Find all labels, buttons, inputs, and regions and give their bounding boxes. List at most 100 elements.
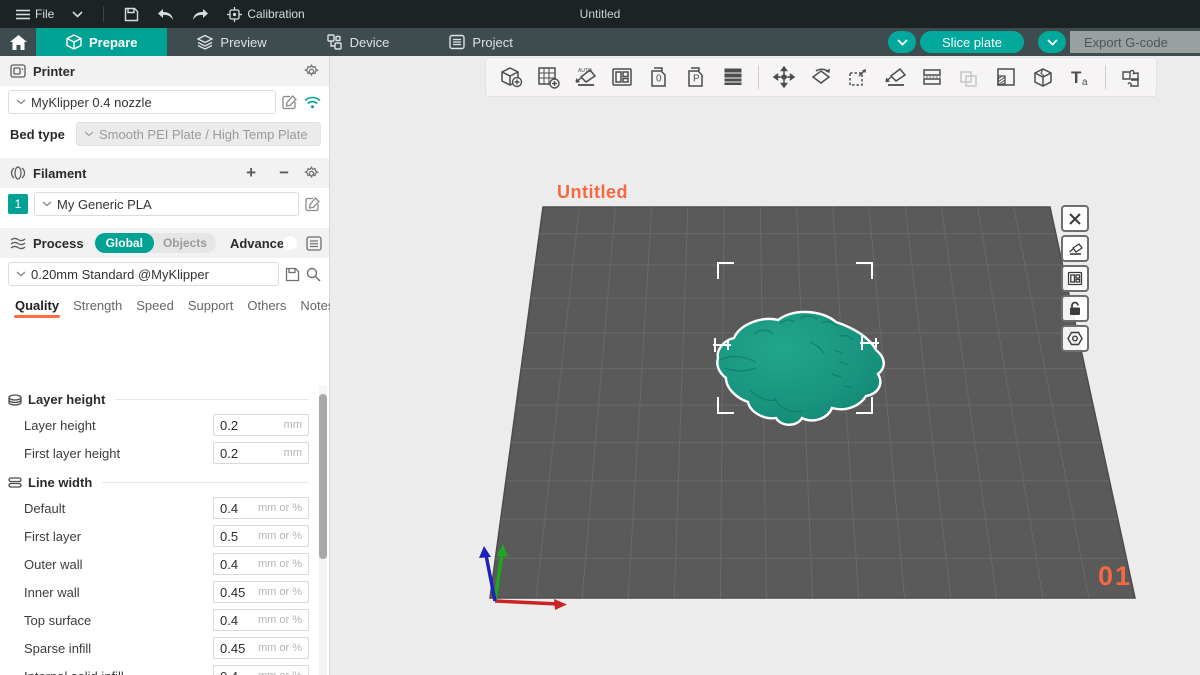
filament-header-label: Filament (33, 165, 87, 181)
tab-speed[interactable]: Speed (129, 296, 181, 320)
redo-button[interactable] (186, 0, 215, 28)
setting-row: Outer wall 0.4 mm or % (0, 550, 317, 578)
scope-global[interactable]: Global (94, 233, 154, 253)
tab-prepare-label: Prepare (89, 34, 138, 50)
inner-wall-width-input[interactable]: 0.45 mm or % (213, 581, 309, 603)
recent-dropdown[interactable] (66, 0, 89, 28)
filament-slot-badge[interactable]: 1 (8, 194, 28, 214)
auto-orient-icon (1069, 243, 1083, 255)
edit-filament-icon[interactable] (305, 196, 321, 212)
setting-value: 0.45 (220, 640, 246, 656)
tab-project[interactable]: Project (419, 28, 542, 56)
viewport-3d[interactable]: AUTO 0 P T a Untitled 01 (330, 56, 1200, 675)
process-header-label: Process (33, 235, 84, 251)
line-width-icon (8, 477, 22, 488)
slice-options-button[interactable] (888, 31, 917, 53)
setting-row: Inner wall 0.45 mm or % (0, 578, 317, 606)
tab-preview-label: Preview (220, 34, 267, 50)
home-button[interactable] (0, 28, 36, 56)
chevron-down-icon (896, 38, 908, 46)
printer-preset-value: MyKlipper 0.4 nozzle (31, 94, 152, 110)
undo-icon (157, 8, 174, 21)
sparse-infill-width-input[interactable]: 0.45 mm or % (213, 637, 309, 659)
setting-value: 0.45 (220, 584, 246, 600)
wifi-connection-icon[interactable] (304, 96, 321, 109)
setting-row: First layer 0.5 mm or % (0, 522, 317, 550)
calibration-button[interactable]: Calibration (221, 0, 310, 28)
delete-plate-button[interactable] (1061, 205, 1089, 232)
arrange-plate-button[interactable] (1061, 265, 1089, 292)
param-tabs: Quality Strength Speed Support Others No… (0, 290, 334, 320)
settings-scrollbar[interactable] (319, 386, 327, 675)
filament-preset-select[interactable]: My Generic PLA (34, 192, 299, 216)
tabbar-right: Slice plate Export G-code (888, 28, 1200, 56)
chevron-down-icon (16, 99, 26, 105)
build-plate-canvas[interactable] (330, 56, 1199, 675)
group-title: Layer height (28, 392, 106, 407)
tab-device[interactable]: Device (297, 28, 420, 56)
chevron-down-icon (1046, 38, 1058, 46)
add-filament-icon[interactable]: + (238, 163, 264, 183)
process-preset-select[interactable]: 0.20mm Standard @MyKlipper (8, 262, 279, 286)
project-icon (449, 34, 466, 50)
top-surface-width-input[interactable]: 0.4 mm or % (213, 609, 309, 631)
filament-preset-row: 1 My Generic PLA (0, 188, 329, 220)
lock-plate-button[interactable] (1061, 295, 1089, 322)
undo-button[interactable] (151, 0, 180, 28)
orient-plate-button[interactable] (1061, 235, 1089, 262)
setting-label: Sparse infill (24, 640, 92, 656)
tab-others[interactable]: Others (240, 296, 293, 320)
export-options-button[interactable] (1038, 31, 1066, 53)
slice-plate-button[interactable]: Slice plate (920, 31, 1024, 53)
tab-support[interactable]: Support (181, 296, 241, 320)
process-section-header: Process Global Objects Advanced (0, 228, 342, 258)
tab-prepare[interactable]: Prepare (36, 28, 168, 56)
printer-preset-select[interactable]: MyKlipper 0.4 nozzle (8, 90, 276, 114)
remove-filament-icon[interactable]: − (271, 163, 297, 183)
setting-value: 0.4 (220, 669, 258, 675)
compare-presets-icon[interactable] (306, 235, 322, 251)
default-width-input[interactable]: 0.4 mm or % (213, 497, 309, 519)
printer-section-header: Printer (0, 56, 329, 86)
file-menu[interactable]: File (10, 0, 60, 28)
first-layer-height-input[interactable]: 0.2 mm (213, 442, 309, 464)
save-button[interactable] (118, 0, 145, 28)
scope-objects[interactable]: Objects (154, 236, 216, 250)
bed-type-select[interactable]: Smooth PEI Plate / High Temp Plate (76, 122, 321, 146)
process-icon (10, 237, 26, 250)
scrollbar-thumb[interactable] (319, 394, 327, 559)
tab-strength[interactable]: Strength (66, 296, 129, 320)
setting-row: Top surface 0.4 mm or % (0, 606, 317, 634)
plate-settings-icon (1067, 331, 1083, 346)
filament-preset-value: My Generic PLA (57, 196, 152, 212)
printer-settings-icon[interactable] (304, 63, 319, 79)
setting-unit: mm or % (258, 502, 302, 514)
file-menu-label: File (35, 7, 55, 21)
setting-label: First layer height (24, 445, 121, 461)
save-preset-icon[interactable] (285, 267, 300, 282)
setting-label: Outer wall (24, 556, 83, 572)
export-gcode-button[interactable]: Export G-code (1070, 31, 1200, 53)
plate-title[interactable]: Untitled (557, 182, 628, 203)
layer-height-input[interactable]: 0.2 mm (213, 414, 309, 436)
tab-quality[interactable]: Quality (8, 296, 66, 320)
titlebar: File Calibration Untitled (0, 0, 1200, 28)
process-scope-toggle[interactable]: Global Objects (94, 233, 216, 253)
edit-printer-icon[interactable] (282, 94, 298, 110)
bed-type-row: Bed type Smooth PEI Plate / High Temp Pl… (0, 118, 329, 150)
filament-icon (10, 166, 26, 180)
setting-value: 0.2 (220, 445, 239, 461)
internal-solid-infill-width-input[interactable]: 0.4 mm or % (213, 665, 309, 675)
tab-preview[interactable]: Preview (167, 28, 296, 56)
plate-settings-button[interactable] (1061, 325, 1089, 352)
first-layer-width-input[interactable]: 0.5 mm or % (213, 525, 309, 547)
layer-height-group: Layer height (0, 384, 317, 411)
bed-type-label: Bed type (10, 126, 65, 142)
outer-wall-width-input[interactable]: 0.4 mm or % (213, 553, 309, 575)
search-settings-icon[interactable] (306, 267, 321, 282)
setting-row: Default 0.4 mm or % (0, 494, 317, 522)
filament-settings-icon[interactable] (304, 165, 319, 181)
calibration-icon (227, 6, 243, 22)
setting-value: 0.2 (220, 417, 239, 433)
setting-value: 0.4 (220, 500, 239, 516)
